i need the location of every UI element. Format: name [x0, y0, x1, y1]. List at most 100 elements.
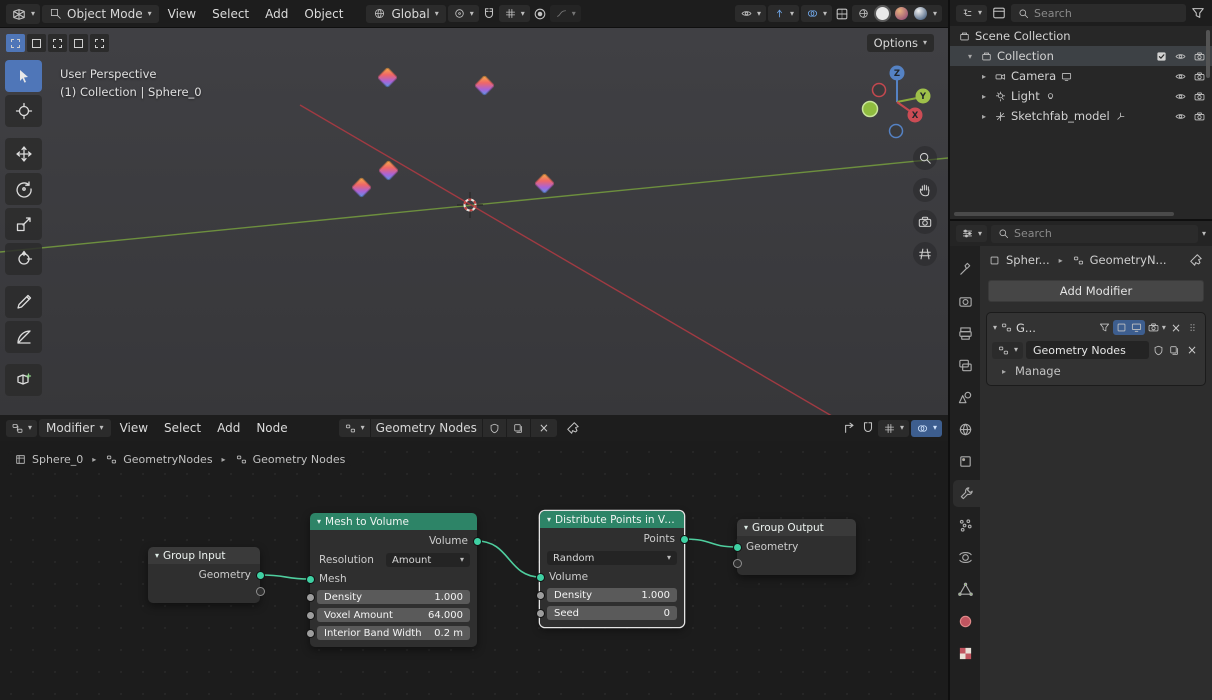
tool-annotate[interactable] — [5, 286, 42, 318]
point-instance-diamond[interactable] — [533, 172, 556, 195]
filter-icon[interactable] — [1190, 5, 1206, 21]
menu-add[interactable]: Add — [258, 4, 295, 24]
voxel-amount-input-socket[interactable] — [305, 610, 315, 620]
menu-view[interactable]: View — [113, 418, 155, 438]
tab-object-data[interactable] — [950, 576, 980, 603]
node-group-output[interactable]: ▾ Group Output Geometry — [732, 519, 856, 575]
render-display-icon[interactable] — [1147, 321, 1160, 334]
manage-section-toggle[interactable]: ▸ Manage — [990, 361, 1202, 381]
pin-icon[interactable] — [1188, 252, 1204, 268]
density-input-socket[interactable] — [305, 592, 315, 602]
unlink-icon[interactable]: × — [1184, 343, 1200, 357]
editor-type-button[interactable]: ▾ — [956, 4, 988, 22]
tool-cursor[interactable] — [5, 95, 42, 127]
outliner-row-sketchfab-model[interactable]: ▸ Sketchfab_model — [950, 106, 1212, 126]
point-instance-diamond[interactable] — [377, 159, 400, 182]
zoom-button[interactable] — [913, 146, 937, 170]
transform-orientation-dropdown[interactable]: Global ▾ — [366, 4, 446, 23]
select-mode-subtract-button[interactable] — [48, 34, 67, 52]
volume-output-socket[interactable] — [472, 536, 482, 546]
outliner-row-light[interactable]: ▸ Light — [950, 86, 1212, 106]
point-instance-diamond[interactable] — [376, 66, 399, 89]
eye-icon[interactable] — [1174, 50, 1187, 63]
resolution-dropdown[interactable]: Amount ▾ — [386, 553, 470, 567]
tab-world[interactable] — [950, 416, 980, 443]
horizontal-scrollbar[interactable] — [954, 212, 1174, 216]
tab-material[interactable] — [950, 608, 980, 635]
vertical-scrollbar[interactable] — [1206, 30, 1210, 78]
gizmo-neg-x-ball[interactable] — [871, 82, 887, 98]
outliner-search[interactable] — [1011, 4, 1186, 22]
expand-icon[interactable]: ▸ — [978, 92, 990, 101]
collapse-icon[interactable]: ▾ — [993, 323, 997, 332]
tool-scale[interactable] — [5, 208, 42, 240]
density-input-socket[interactable] — [535, 590, 545, 600]
node-header[interactable]: ▾ Group Input — [148, 547, 260, 564]
menu-select[interactable]: Select — [157, 418, 208, 438]
node-header[interactable]: ▾ Group Output — [737, 519, 856, 536]
breadcrumb-object[interactable]: Spher... — [1006, 253, 1050, 267]
node-canvas[interactable]: Sphere_0 ▸ GeometryNodes ▸ Geometry Node… — [0, 441, 948, 700]
tab-particles[interactable] — [950, 512, 980, 539]
gizmo-neg-y-ball[interactable] — [861, 100, 879, 118]
tab-texture[interactable] — [950, 640, 980, 667]
snap-magnet-icon[interactable] — [860, 420, 876, 436]
search-input[interactable] — [1034, 6, 1180, 20]
node-mesh-to-volume[interactable]: ▾ Mesh to Volume Volume Resolution Amoun… — [305, 513, 482, 647]
tab-modifiers[interactable] — [953, 480, 980, 507]
menu-view[interactable]: View — [161, 4, 203, 24]
volume-input-socket[interactable] — [535, 572, 545, 582]
viewport-display-icon[interactable] — [1130, 321, 1143, 334]
extras-dropdown-icon[interactable]: ▾ — [1162, 323, 1166, 332]
shield-icon[interactable] — [1152, 344, 1165, 357]
node-group-name-field[interactable]: Geometry Nodes — [370, 419, 482, 437]
eye-icon[interactable] — [1174, 90, 1187, 103]
viewport-3d[interactable]: Options ▾ User Perspective (1) Collectio… — [0, 28, 948, 415]
unlink-button[interactable]: × — [530, 419, 557, 437]
shading-solid-icon[interactable] — [875, 7, 889, 20]
tool-transform[interactable] — [5, 243, 42, 275]
tab-render[interactable] — [950, 288, 980, 315]
collapse-icon[interactable]: ▾ — [155, 551, 159, 560]
realtime-display-icon[interactable] — [1115, 321, 1128, 334]
ortho-toggle-button[interactable] — [913, 242, 937, 266]
pan-hand-button[interactable] — [913, 178, 937, 202]
tab-view-layer[interactable] — [950, 352, 980, 379]
modifier-panel-header[interactable]: ▾ G... ▾ × — [990, 316, 1202, 339]
tab-object[interactable] — [950, 448, 980, 475]
overlays-dropdown[interactable]: ▾ — [800, 5, 832, 22]
overlays-dropdown[interactable]: ▾ — [910, 419, 942, 437]
snap-settings-dropdown[interactable]: ▾ — [877, 419, 909, 437]
mesh-input-socket[interactable] — [305, 574, 315, 584]
gizmo-neg-z-ball[interactable] — [888, 123, 904, 139]
outliner-row-scene-collection[interactable]: Scene Collection — [950, 26, 1212, 46]
new-copy-button[interactable] — [506, 419, 530, 437]
geometry-output-socket[interactable] — [255, 570, 265, 580]
navigation-gizmo[interactable]: Z Y X — [852, 60, 944, 146]
fake-user-button[interactable] — [482, 419, 506, 437]
virtual-input-socket[interactable] — [732, 558, 742, 568]
geometry-input-socket[interactable] — [732, 542, 742, 552]
display-mode-icon[interactable] — [991, 5, 1007, 21]
drag-handle-icon[interactable] — [1186, 321, 1199, 334]
visibility-dropdown[interactable]: ▾ — [734, 5, 766, 22]
outliner-row-collection[interactable]: ▾ Collection — [950, 46, 1212, 66]
distribute-method-dropdown[interactable]: Random ▾ — [547, 551, 677, 565]
proportional-falloff-dropdown[interactable]: ▾ — [549, 5, 581, 22]
pin-icon[interactable] — [565, 420, 581, 436]
select-mode-extend-button[interactable] — [27, 34, 46, 52]
tab-tool[interactable] — [950, 256, 980, 283]
camera-render-icon[interactable] — [1193, 90, 1206, 103]
menu-select[interactable]: Select — [205, 4, 256, 24]
checkbox-icon[interactable] — [1155, 50, 1168, 63]
expand-icon[interactable]: ▾ — [964, 52, 976, 61]
tab-physics[interactable] — [950, 544, 980, 571]
xray-toggle-icon[interactable] — [834, 6, 850, 22]
breadcrumb-nodegroup[interactable]: Geometry Nodes — [253, 453, 346, 466]
camera-view-button[interactable] — [913, 210, 937, 234]
object-mode-dropdown[interactable]: Object Mode ▾ — [42, 4, 159, 23]
parent-navigate-icon[interactable] — [842, 420, 858, 436]
editor-type-button[interactable]: ▾ — [6, 419, 38, 437]
breadcrumb-nodetree[interactable]: GeometryNodes — [123, 453, 212, 466]
options-dropdown[interactable]: Options ▾ — [866, 34, 934, 52]
